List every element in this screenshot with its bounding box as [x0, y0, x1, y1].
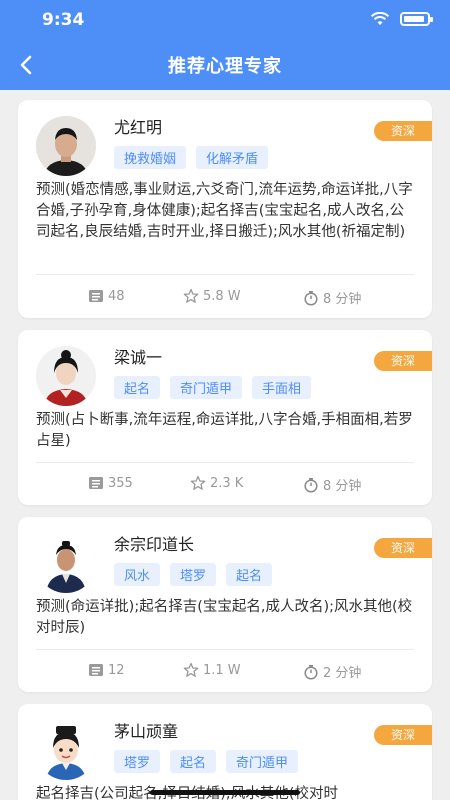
expert-card[interactable]: 尤红明 挽救婚姻 化解矛盾 资深 预测(婚恋情感,事业财运,六爻奇门,流年运势,…: [18, 100, 432, 318]
divider: [36, 462, 414, 463]
divider: [36, 649, 414, 650]
rating: 5.8 W: [183, 288, 241, 304]
expert-description: 预测(命运详批);起名择吉(宝宝起名,成人改名);风水其他(校对时辰): [36, 599, 413, 636]
tag[interactable]: 化解矛盾: [196, 146, 269, 169]
rating: 2.3 K: [190, 475, 243, 491]
rating-value: 1.1 W: [203, 662, 241, 678]
tag[interactable]: 风水: [114, 563, 161, 586]
expert-name: 余宗印道长: [114, 535, 195, 554]
consult-count: 355: [88, 475, 133, 491]
expert-name: 梁诚一: [114, 348, 163, 367]
response-time: 2 分钟: [303, 662, 361, 681]
battery-icon: [400, 12, 433, 26]
divider: [36, 274, 414, 275]
expert-description: 预测(婚恋情感,事业财运,六爻奇门,流年运势,命运详批,八字合婚,子孙孕育,身体…: [36, 182, 413, 240]
expert-card[interactable]: 梁诚一 起名 奇门遁甲 手面相 资深 预测(占卜断事,流年运程,命运详批,八字合…: [18, 330, 432, 505]
tag[interactable]: 起名: [114, 376, 161, 399]
response-time-value: 8 分钟: [323, 479, 362, 494]
consult-count-value: 48: [108, 288, 125, 304]
expert-card[interactable]: 余宗印道长 风水 塔罗 起名 资深 预测(命运详批);起名择吉(宝宝起名,成人改…: [18, 517, 432, 692]
tag[interactable]: 手面相: [252, 376, 312, 399]
list-icon: [89, 290, 103, 302]
timer-icon: [304, 477, 318, 493]
star-icon: [183, 288, 199, 303]
list-icon: [89, 664, 103, 676]
home-indicator: [150, 790, 300, 795]
tag[interactable]: 起名: [170, 750, 217, 773]
wifi-icon: [370, 12, 390, 25]
rating-value: 2.3 K: [210, 475, 244, 491]
rating-value: 5.8 W: [203, 288, 241, 304]
tag-list: 塔罗 起名 奇门遁甲: [114, 750, 299, 773]
consult-count-value: 355: [108, 475, 133, 491]
tag[interactable]: 奇门遁甲: [226, 750, 299, 773]
tag-list: 风水 塔罗 起名: [114, 563, 273, 586]
level-badge: 资深: [374, 538, 432, 558]
response-time: 8 分钟: [303, 475, 361, 494]
expert-card[interactable]: 茅山顽童 塔罗 起名 奇门遁甲 资深 起名择吉(公司起名,择日结婚);风水其他(…: [18, 704, 432, 800]
expert-name: 茅山顽童: [114, 722, 179, 741]
rating: 1.1 W: [183, 662, 241, 678]
tag-list: 挽救婚姻 化解矛盾: [114, 146, 269, 169]
expert-description: 预测(占卜断事,流年运程,命运详批,八字合婚,手相面相,若罗占星): [36, 412, 413, 449]
page-title: 推荐心理专家: [168, 56, 282, 77]
avatar: [36, 720, 96, 780]
avatar: [36, 533, 96, 593]
tag-list: 起名 奇门遁甲 手面相: [114, 376, 312, 399]
response-time-value: 2 分钟: [323, 666, 362, 681]
stats-row: 12 1.1 W 2 分钟: [18, 662, 432, 682]
tag[interactable]: 奇门遁甲: [170, 376, 243, 399]
tag[interactable]: 挽救婚姻: [114, 146, 187, 169]
status-icons: [370, 12, 433, 26]
tag[interactable]: 起名: [226, 563, 273, 586]
status-bar: 9:34: [0, 0, 450, 40]
level-badge: 资深: [374, 121, 432, 141]
status-time: 9:34: [42, 10, 85, 30]
star-icon: [190, 475, 206, 490]
app-header: 9:34 推荐心理专家: [0, 0, 450, 90]
avatar: [36, 346, 96, 406]
consult-count: 48: [88, 288, 125, 304]
response-time-value: 8 分钟: [323, 292, 362, 307]
consult-count: 12: [88, 662, 125, 678]
nav-bar: 推荐心理专家: [0, 40, 450, 90]
star-icon: [183, 662, 199, 677]
stats-row: 48 5.8 W 8 分钟: [18, 288, 432, 308]
stats-row: 355 2.3 K 8 分钟: [18, 475, 432, 495]
timer-icon: [304, 664, 318, 680]
list-icon: [89, 477, 103, 489]
tag[interactable]: 塔罗: [114, 750, 161, 773]
expert-name: 尤红明: [114, 118, 163, 137]
consult-count-value: 12: [108, 662, 125, 678]
expert-list: 尤红明 挽救婚姻 化解矛盾 资深 预测(婚恋情感,事业财运,六爻奇门,流年运势,…: [0, 90, 450, 800]
level-badge: 资深: [374, 351, 432, 371]
tag[interactable]: 塔罗: [170, 563, 217, 586]
response-time: 8 分钟: [303, 288, 361, 307]
level-badge: 资深: [374, 725, 432, 745]
timer-icon: [304, 290, 318, 306]
avatar: [36, 116, 96, 176]
